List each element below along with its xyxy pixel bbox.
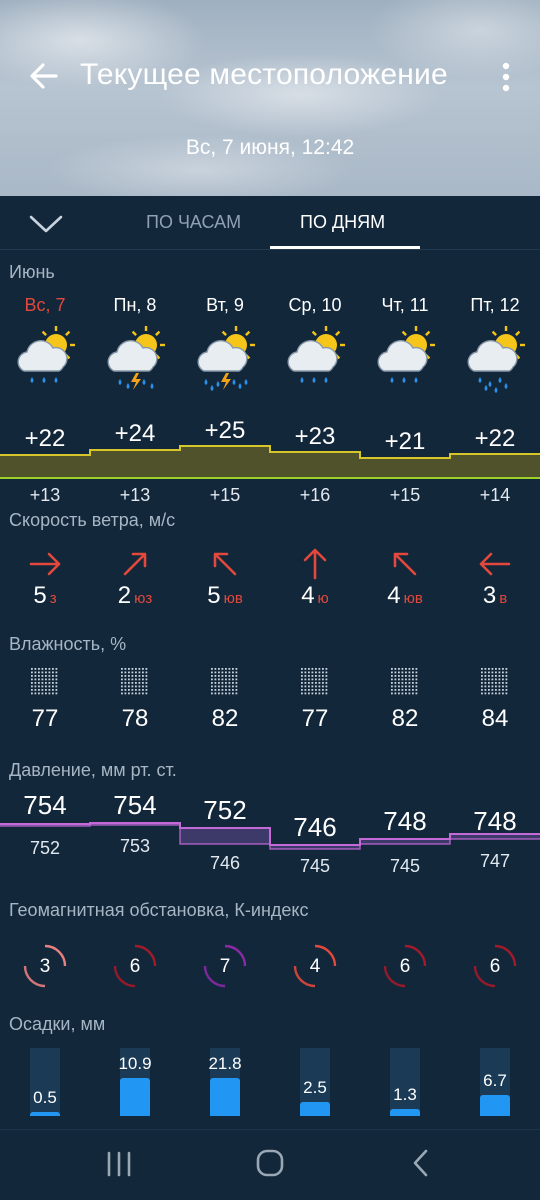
precip-bar-fill (30, 1112, 60, 1116)
pressure-min: 745 (299, 856, 331, 876)
k-index-value: 6 (399, 956, 411, 977)
pressure-band (0, 822, 540, 850)
day-label[interactable]: Вс, 7 (0, 295, 90, 316)
temp-min: +13 (29, 485, 61, 505)
wind-speed-value: 3 (482, 582, 497, 609)
humidity-dots-icon (121, 668, 149, 696)
geomag-section-title: Геомагнитная обстановка, К-индекс (9, 900, 309, 920)
precip-value: 2.5 (303, 1078, 327, 1097)
wind-speed: 4ю (270, 582, 360, 610)
humidity-value: 82 (211, 705, 239, 732)
wind-speed-value: 4 (387, 582, 401, 609)
sun-cloud-heavy-rain-icon (460, 325, 530, 395)
back-arrow-icon[interactable] (24, 56, 64, 96)
tab-bar (0, 196, 540, 250)
back-nav-icon[interactable] (406, 1148, 436, 1178)
temp-min: +14 (479, 485, 511, 505)
k-index-value: 6 (489, 956, 501, 977)
precip-value: 6.7 (483, 1071, 507, 1090)
precip-value: 0.5 (33, 1088, 57, 1107)
day-label[interactable]: Ср, 10 (270, 295, 360, 316)
humidity-section-title: Влажность, % (9, 634, 127, 654)
wind-direction: юв (403, 590, 423, 607)
sun-cloud-rain-icon (280, 325, 350, 395)
arrow-up-left-icon (385, 544, 425, 584)
k-index-value: 6 (129, 956, 141, 977)
humidity-value: 82 (391, 705, 419, 732)
cloud-thunder-heavy-rain-icon (190, 325, 260, 395)
tab-daily[interactable]: ПО ДНЯМ (300, 212, 385, 233)
temperature-band (0, 445, 540, 479)
precip-bar-fill (210, 1078, 240, 1116)
humidity-dots-icon (391, 668, 419, 696)
wind-speed-value: 5 (33, 582, 47, 609)
wind-speed-value: 4 (301, 582, 315, 609)
wind-speed: 3в (450, 582, 540, 610)
page-title: Текущее местоположение (80, 58, 448, 91)
precip-section-title: Осадки, мм (9, 1014, 106, 1034)
current-datetime: Вс, 7 июня, 12:42 (185, 136, 355, 159)
sun-cloud-thunder-icon (100, 325, 170, 395)
sun-cloud-rain-icon (10, 325, 80, 395)
month-label: Июнь (9, 262, 55, 282)
pressure-min: 746 (209, 853, 241, 873)
home-icon[interactable] (255, 1148, 285, 1178)
arrow-up-icon (295, 544, 335, 584)
wind-speed: 5 юв (180, 582, 270, 610)
wind-speed: 4 юв (360, 582, 450, 610)
wind-direction: юв (223, 590, 243, 607)
humidity-dots-icon (481, 668, 509, 696)
precip-bar-fill (480, 1095, 510, 1116)
wind-direction: в (499, 590, 508, 607)
tab-hourly[interactable]: ПО ЧАСАМ (146, 212, 241, 233)
humidity-value: 77 (31, 705, 59, 732)
humidity-dots-icon (211, 668, 239, 696)
precip-value: 1.3 (393, 1085, 417, 1104)
day-label[interactable]: Пт, 12 (450, 295, 540, 316)
wind-speed: 5з (0, 582, 90, 610)
header-background (0, 0, 540, 196)
pressure-section-title: Давление, мм рт. ст. (9, 760, 177, 780)
more-options-icon[interactable] (496, 60, 516, 94)
wind-speed-value: 2 (117, 582, 132, 609)
humidity-dots-icon (31, 668, 59, 696)
wind-section-title: Скорость ветра, м/с (9, 510, 176, 530)
temp-min: +15 (389, 485, 421, 505)
arrow-left-icon (475, 544, 515, 584)
wind-direction: з (49, 590, 57, 607)
humidity-dots-icon (301, 668, 329, 696)
recent-apps-icon[interactable] (104, 1150, 134, 1178)
arrow-right-icon (25, 544, 65, 584)
wind-direction: юз (134, 590, 153, 607)
tab-active-indicator (270, 246, 420, 249)
precip-value: 21.8 (208, 1054, 242, 1073)
wind-speed: 2 юз (90, 582, 180, 610)
k-index-value: 3 (39, 956, 51, 977)
k-index-value: 7 (219, 956, 231, 977)
precip-value: 10.9 (118, 1054, 152, 1073)
humidity-value: 77 (301, 705, 329, 732)
humidity-value: 84 (481, 705, 509, 732)
day-label[interactable]: Пн, 8 (90, 295, 180, 316)
humidity-value: 78 (121, 705, 149, 732)
precip-bar-track (390, 1048, 420, 1116)
precip-bar-fill (300, 1102, 330, 1116)
sun-cloud-rain-icon (370, 325, 440, 395)
arrow-up-left-icon (205, 544, 245, 584)
precip-bar-fill (120, 1078, 150, 1116)
k-index-value: 4 (309, 956, 321, 977)
wind-speed-value: 5 (207, 582, 221, 609)
chevron-down-icon[interactable] (26, 212, 66, 236)
pressure-min: 745 (389, 856, 421, 876)
day-label[interactable]: Вт, 9 (180, 295, 270, 316)
wind-direction: ю (317, 590, 329, 607)
day-label[interactable]: Чт, 11 (360, 295, 450, 316)
temp-min: +16 (299, 485, 331, 505)
arrow-up-right-icon (115, 544, 155, 584)
precip-bar-fill (390, 1109, 420, 1116)
temp-min: +15 (209, 485, 241, 505)
temp-min: +13 (119, 485, 151, 505)
